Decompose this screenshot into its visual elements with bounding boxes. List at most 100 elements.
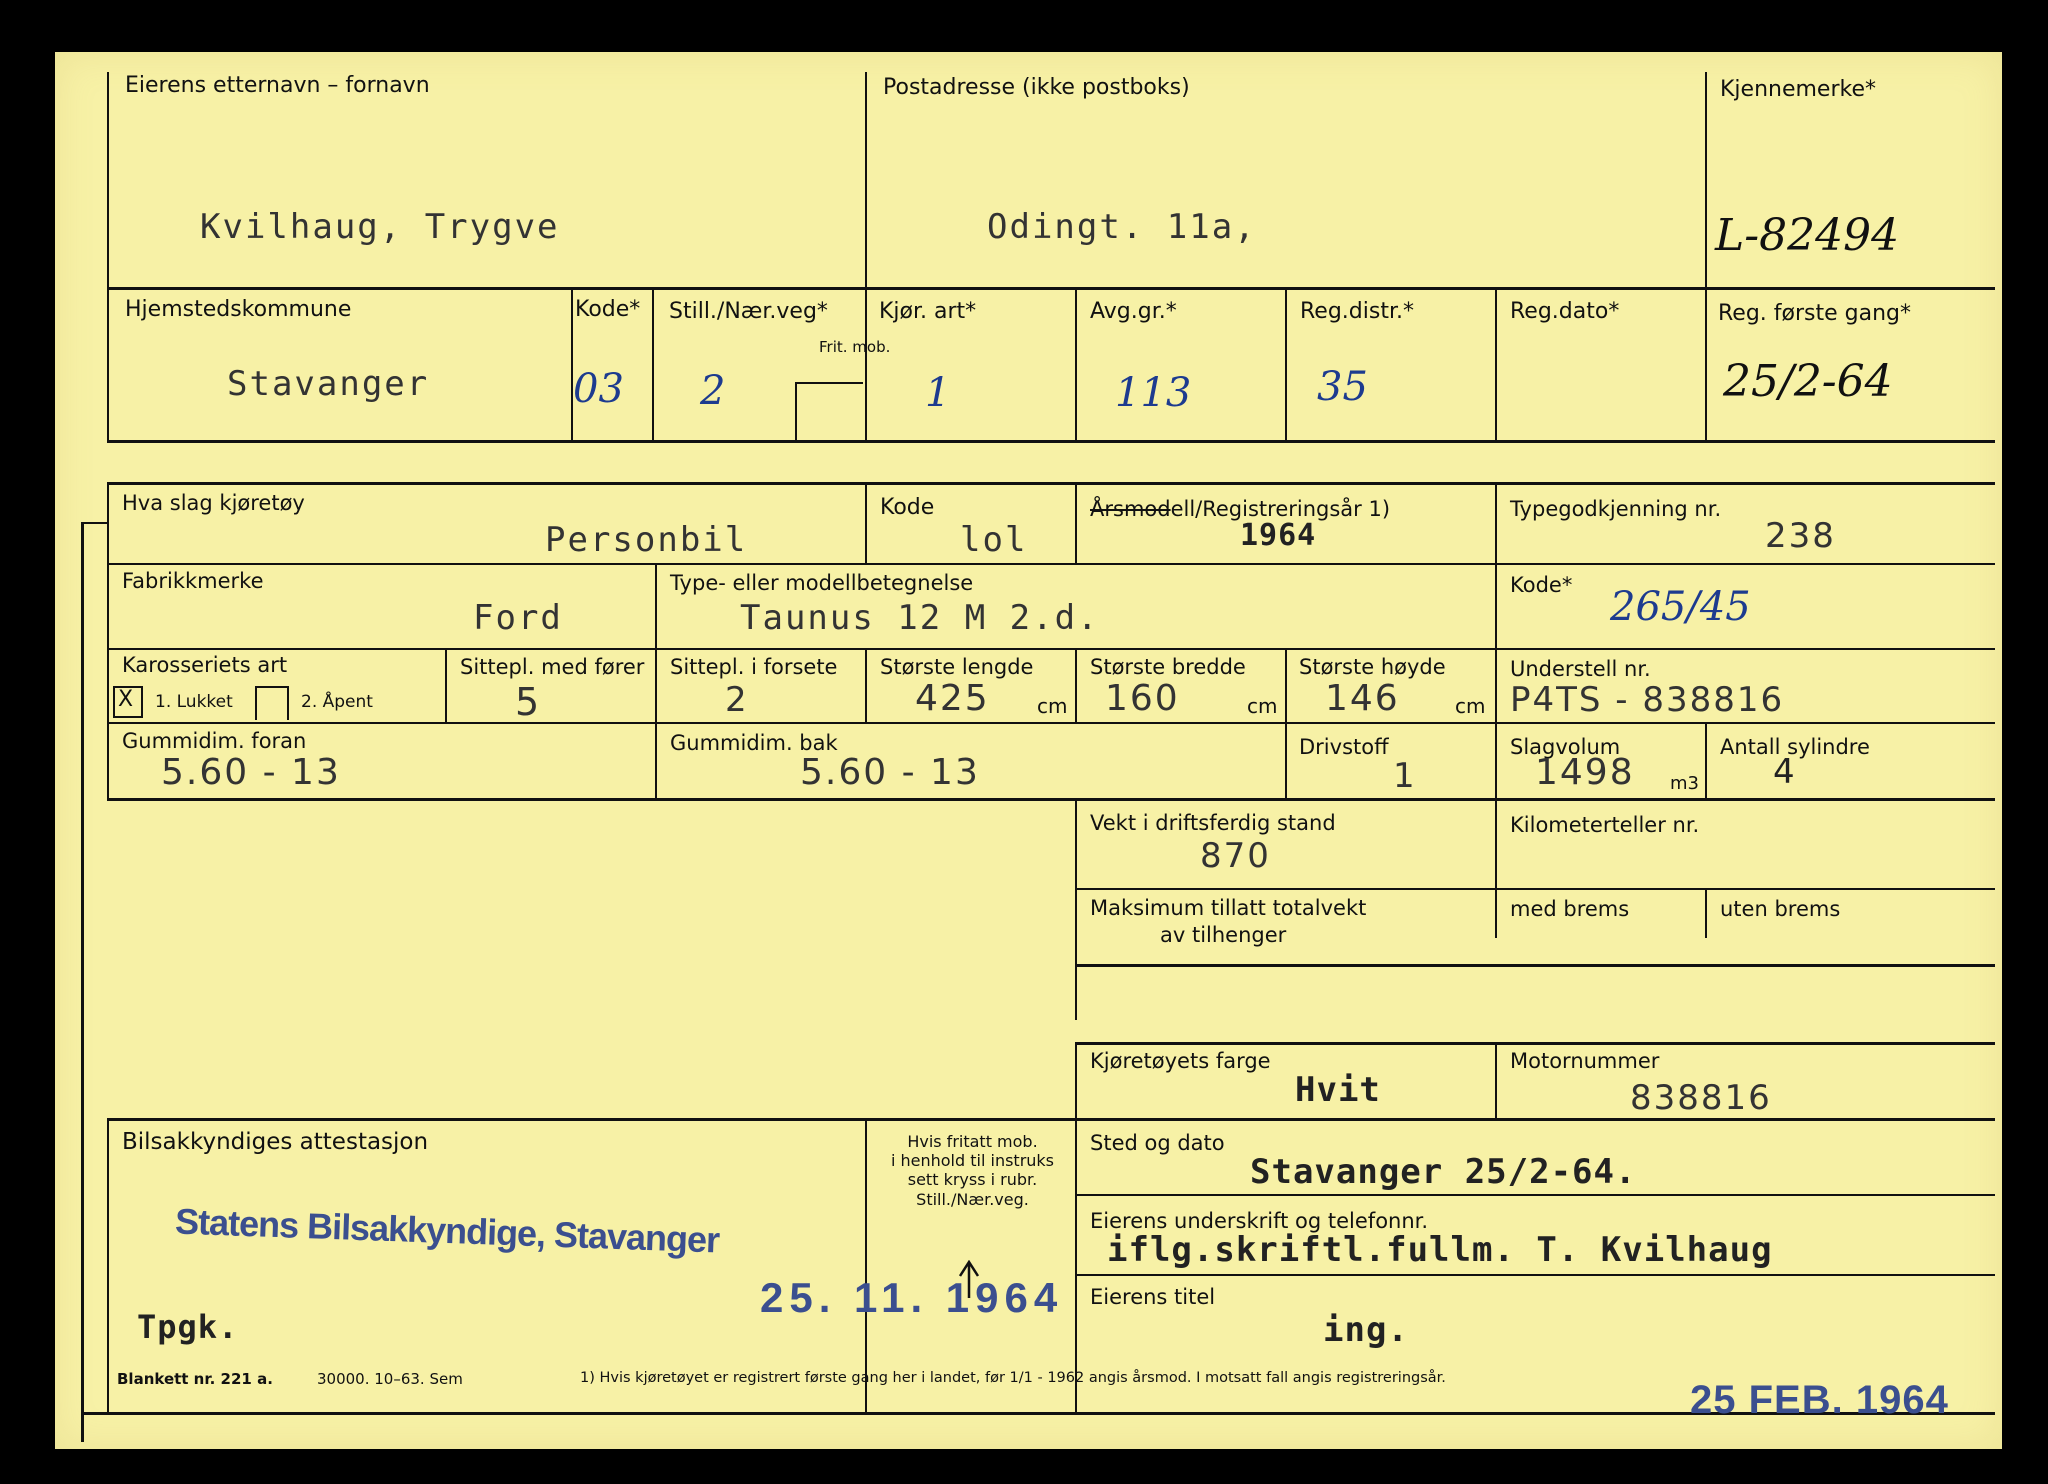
code2-value: 265/45	[1610, 584, 1751, 630]
inspector-stamp: Statens Bilsakkyndige, Stavanger	[174, 1200, 720, 1261]
width-unit: cm	[1247, 694, 1278, 718]
rule	[1705, 890, 1707, 938]
rule	[571, 287, 573, 442]
rule	[107, 72, 109, 307]
print-info: 30000. 10–63. Sem	[317, 1370, 463, 1388]
code-label: Kode*	[575, 297, 641, 322]
received-date-stamp: 25 FEB. 1964	[1690, 1378, 1949, 1422]
odometer-label: Kilometerteller nr.	[1510, 813, 1700, 837]
frit-mob-label: Frit. mob.	[819, 338, 891, 356]
first-reg-label: Reg. første gang*	[1718, 301, 1912, 326]
tyre-rear-value: 5.60 - 13	[800, 752, 980, 793]
municipality-label: Hjemstedskommune	[125, 297, 352, 322]
rule	[652, 287, 654, 442]
rule	[107, 722, 1995, 724]
body-label: Karosseriets art	[122, 653, 288, 677]
body-open-label: 2. Åpent	[301, 692, 373, 712]
body-closed-label: 1. Lukket	[155, 692, 233, 712]
code-value: 03	[573, 366, 624, 412]
rule	[81, 522, 109, 524]
max-trailer-label-1: Maksimum tillatt totalvekt	[1090, 896, 1367, 920]
fee-group-label: Avg.gr.*	[1090, 299, 1177, 324]
rule	[1705, 722, 1707, 800]
exemption-note: Hvis fritatt mob. i henhold til instruks…	[875, 1132, 1070, 1209]
year-value: 1964	[1240, 518, 1317, 553]
kind-value: Personbil	[545, 520, 748, 560]
registration-card: Eierens etternavn – fornavn Kvilhaug, Tr…	[55, 52, 2002, 1449]
rule	[865, 482, 867, 565]
rule	[1705, 287, 1707, 442]
first-reg-value: 25/2-64	[1723, 356, 1893, 407]
drive-type-value: 1	[925, 370, 951, 416]
reg-mark-value: L-82494	[1715, 210, 1900, 261]
form-number: Blankett nr. 221 a.	[117, 1370, 273, 1388]
seats-driver-value: 5	[515, 680, 542, 724]
rule	[1705, 72, 1707, 307]
tyre-front-label: Gummidim. foran	[122, 729, 307, 753]
tpgk-text: Tpgk.	[137, 1308, 239, 1346]
frit-mob-checkbox[interactable]	[795, 382, 863, 440]
make-value: Ford	[473, 598, 563, 638]
inspection-date-stamp: 25. 11. 1964	[760, 1274, 1064, 1321]
weight-value: 870	[1200, 836, 1271, 876]
rule	[107, 440, 1995, 443]
code2-label: Kode*	[1510, 573, 1573, 597]
address-value: Odingt. 11a,	[987, 207, 1257, 247]
engine-no-value: 838816	[1630, 1078, 1772, 1118]
rule	[1075, 1194, 1995, 1196]
displacement-unit: m3	[1670, 773, 1699, 794]
kind-code-label: Kode	[880, 495, 935, 520]
still-label: Still./Nær.veg*	[669, 299, 828, 324]
engine-no-label: Motornummer	[1510, 1049, 1660, 1073]
chassis-label: Understell nr.	[1510, 657, 1651, 681]
rule	[1075, 1042, 1077, 1414]
seats-driver-label: Sittepl. med fører	[460, 655, 645, 679]
rule	[107, 563, 1995, 565]
cylinders-value: 4	[1773, 752, 1795, 792]
type-approval-value: 238	[1765, 516, 1836, 556]
note-line: Hvis fritatt mob.	[907, 1132, 1038, 1151]
reg-mark-label: Kjennemerke*	[1720, 77, 1876, 102]
color-label: Kjøretøyets farge	[1090, 1049, 1271, 1073]
fuel-value: 1	[1393, 756, 1417, 796]
body-closed-mark: X	[118, 687, 134, 712]
rule	[1285, 648, 1287, 800]
rule	[81, 522, 84, 1442]
rule	[1075, 800, 1077, 1020]
drive-type-label: Kjør. art*	[879, 299, 977, 324]
model-label: Type- eller modellbetegnelse	[670, 571, 974, 595]
place-date-label: Sted og dato	[1090, 1131, 1225, 1155]
model-value: Taunus 12 M 2.d.	[740, 598, 1100, 638]
width-label: Største bredde	[1090, 655, 1246, 679]
length-unit: cm	[1037, 694, 1068, 718]
reg-district-label: Reg.distr.*	[1300, 299, 1414, 324]
height-unit: cm	[1455, 694, 1486, 718]
owner-name-label: Eierens etternavn – fornavn	[125, 73, 430, 98]
arrow-up-icon	[958, 1260, 980, 1298]
seats-front-label: Sittepl. i forsete	[670, 655, 838, 679]
rule	[1495, 1042, 1497, 1119]
height-value: 146	[1325, 678, 1400, 719]
rule	[1075, 888, 1995, 890]
rule	[1495, 482, 1497, 800]
rule	[445, 648, 447, 724]
rule	[107, 1118, 1995, 1121]
address-label: Postadresse (ikke postboks)	[883, 75, 1190, 100]
note-line: sett kryss i rubr.	[907, 1170, 1038, 1190]
footnote: 1) Hvis kjøretøyet er registrert første …	[580, 1370, 1446, 1386]
without-brakes-label: uten brems	[1720, 897, 1841, 921]
reg-date-label: Reg.dato*	[1510, 299, 1620, 324]
rule	[1075, 287, 1077, 442]
fuel-label: Drivstoff	[1299, 735, 1389, 759]
rule	[1495, 287, 1497, 442]
max-trailer-label-2: av tilhenger	[1160, 923, 1287, 947]
rule	[1075, 482, 1077, 565]
rule	[1075, 648, 1077, 724]
chassis-value: P4TS - 838816	[1510, 680, 1785, 720]
rule	[107, 287, 109, 442]
tyre-front-value: 5.60 - 13	[161, 752, 341, 793]
length-label: Største lengde	[880, 655, 1034, 679]
width-value: 160	[1105, 678, 1180, 719]
body-open-checkbox[interactable]	[255, 686, 289, 720]
weight-label: Vekt i driftsferdig stand	[1090, 811, 1336, 835]
